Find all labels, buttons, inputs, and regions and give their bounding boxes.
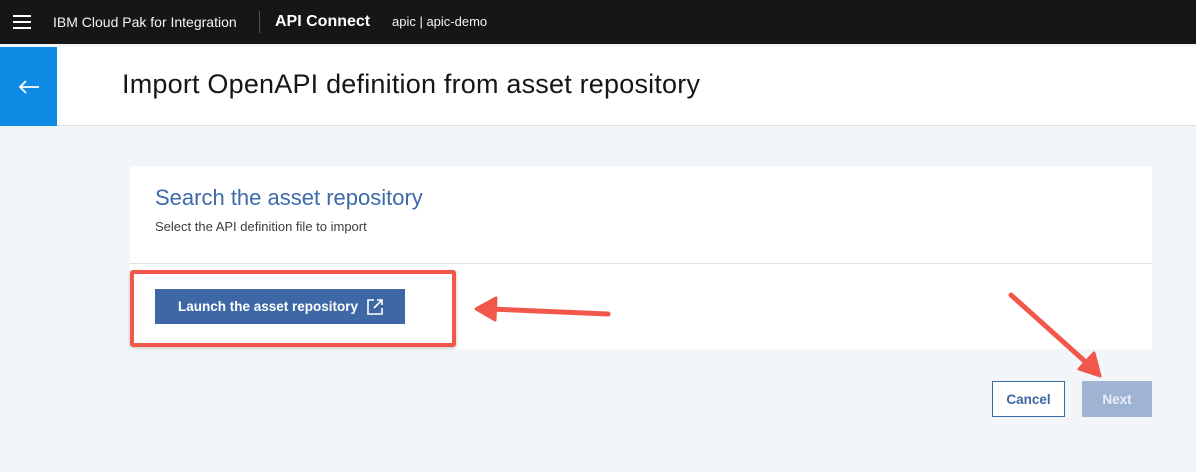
annotation-highlight-box: [130, 270, 456, 347]
card-divider: [130, 263, 1152, 264]
platform-name[interactable]: IBM Cloud Pak for Integration: [53, 0, 237, 44]
card-title: Search the asset repository: [155, 185, 423, 210]
next-button[interactable]: Next: [1082, 381, 1152, 417]
topbar-divider: [259, 11, 260, 33]
arrow-left-icon: [18, 79, 39, 94]
instance-context: apic | apic-demo: [392, 14, 488, 29]
hamburger-menu-button[interactable]: [0, 0, 44, 44]
cancel-button[interactable]: Cancel: [992, 381, 1065, 417]
card-subtitle: Select the API definition file to import: [155, 219, 367, 234]
page-header: Import OpenAPI definition from asset rep…: [0, 47, 1196, 126]
top-navigation-bar: IBM Cloud Pak for Integration API Connec…: [0, 0, 1196, 44]
hamburger-menu-icon: [13, 15, 31, 29]
page-title: Import OpenAPI definition from asset rep…: [122, 69, 701, 99]
product-name[interactable]: API Connect: [275, 0, 370, 44]
back-button[interactable]: [0, 47, 57, 126]
